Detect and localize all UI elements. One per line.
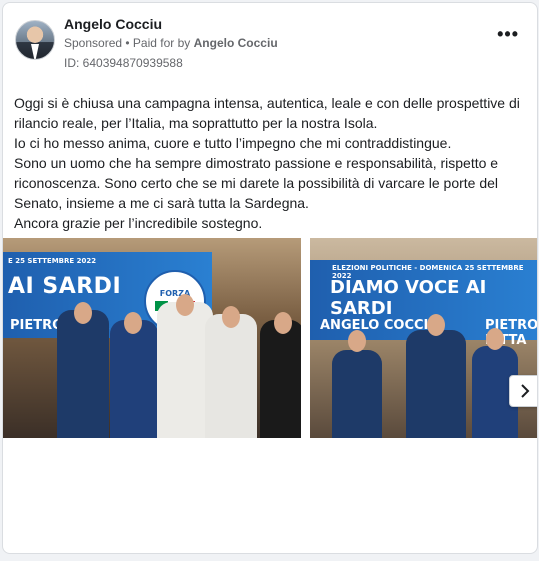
body-line: Sono un uomo che ha sempre dimostrato pa… — [14, 155, 499, 211]
author-name[interactable]: Angelo Cocciu — [64, 16, 162, 32]
carousel-next-button[interactable] — [509, 375, 537, 407]
campaign-banner: ELEZIONI POLITICHE - DOMENICA 25 SETTEMB… — [310, 260, 537, 348]
carousel-image-2[interactable]: ELEZIONI POLITICHE - DOMENICA 25 SETTEMB… — [310, 238, 537, 438]
sponsored-meta: Sponsored • Paid for by Angelo Cocciu — [64, 36, 278, 50]
post-header: Angelo Cocciu Sponsored • Paid for by An… — [3, 3, 537, 83]
ad-post-card: Angelo Cocciu Sponsored • Paid for by An… — [2, 2, 538, 554]
sponsored-label: Sponsored — [64, 36, 123, 50]
banner-slogan: DIAMO VOCE AI SARDI — [330, 277, 487, 319]
avatar[interactable] — [15, 20, 55, 60]
ad-id: ID: 640394870939588 — [64, 56, 183, 70]
more-options-icon[interactable]: ••• — [497, 25, 519, 43]
body-line: Ancora grazie per l’incredibile sostegno… — [14, 215, 263, 231]
body-line: Oggi si è chiusa una campagna intensa, a… — [14, 95, 520, 131]
paid-for-name: Angelo Cocciu — [193, 36, 278, 50]
banner-date: E 25 SETTEMBRE 2022 — [8, 257, 97, 265]
image-carousel: E 25 SETTEMBRE 2022 AI SARDI PIETRO PITT… — [3, 238, 537, 438]
post-body-text: Oggi si è chiusa una campagna intensa, a… — [14, 93, 526, 233]
banner-slogan: AI SARDI — [8, 274, 122, 299]
body-line: Io ci ho messo anima, cuore e tutto l’im… — [14, 135, 452, 151]
paid-for-prefix: • Paid for by — [125, 36, 191, 50]
carousel-image-1[interactable]: E 25 SETTEMBRE 2022 AI SARDI PIETRO PITT… — [3, 238, 301, 438]
chevron-right-icon — [521, 384, 530, 398]
